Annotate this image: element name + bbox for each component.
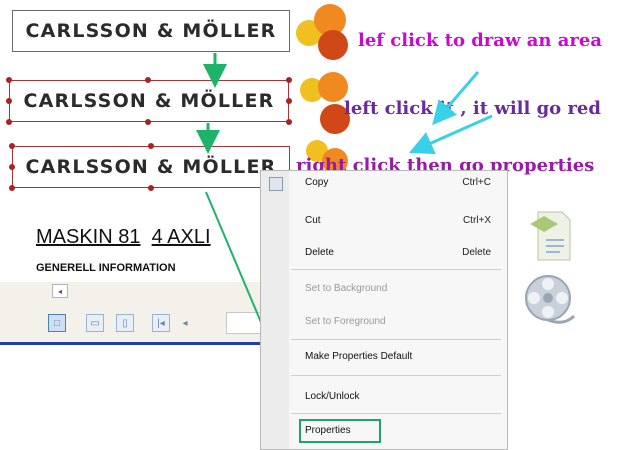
menu-separator <box>291 413 501 414</box>
shortcut-copy: Ctrl+C <box>462 177 491 188</box>
shortcut-delete: Delete <box>462 247 491 258</box>
menu-separator <box>291 375 501 376</box>
context-menu: Copy Ctrl+C Cut Ctrl+X Delete Delete Set… <box>260 170 508 450</box>
menu-item-set-to-background[interactable]: Set to Background <box>305 283 387 294</box>
shortcut-cut: Ctrl+X <box>462 215 491 226</box>
menu-item-make-properties-default[interactable]: Make Properties Default <box>305 351 412 362</box>
menu-item-properties[interactable]: Properties <box>305 425 351 436</box>
menu-separator <box>291 339 501 340</box>
arrow-cyan-1 <box>432 71 480 126</box>
menu-item-set-to-foreground[interactable]: Set to Foreground <box>305 316 386 327</box>
menu-item-copy[interactable]: Copy <box>305 177 328 188</box>
menu-item-cut[interactable]: Cut <box>305 215 321 226</box>
menu-item-lock-unlock[interactable]: Lock/Unlock <box>305 391 359 402</box>
menu-item-delete[interactable]: Delete <box>305 247 334 258</box>
copy-icon <box>269 177 283 191</box>
menu-separator <box>291 269 501 270</box>
menu-icon-gutter <box>261 171 289 449</box>
arrow-cyan-2 <box>409 114 493 155</box>
